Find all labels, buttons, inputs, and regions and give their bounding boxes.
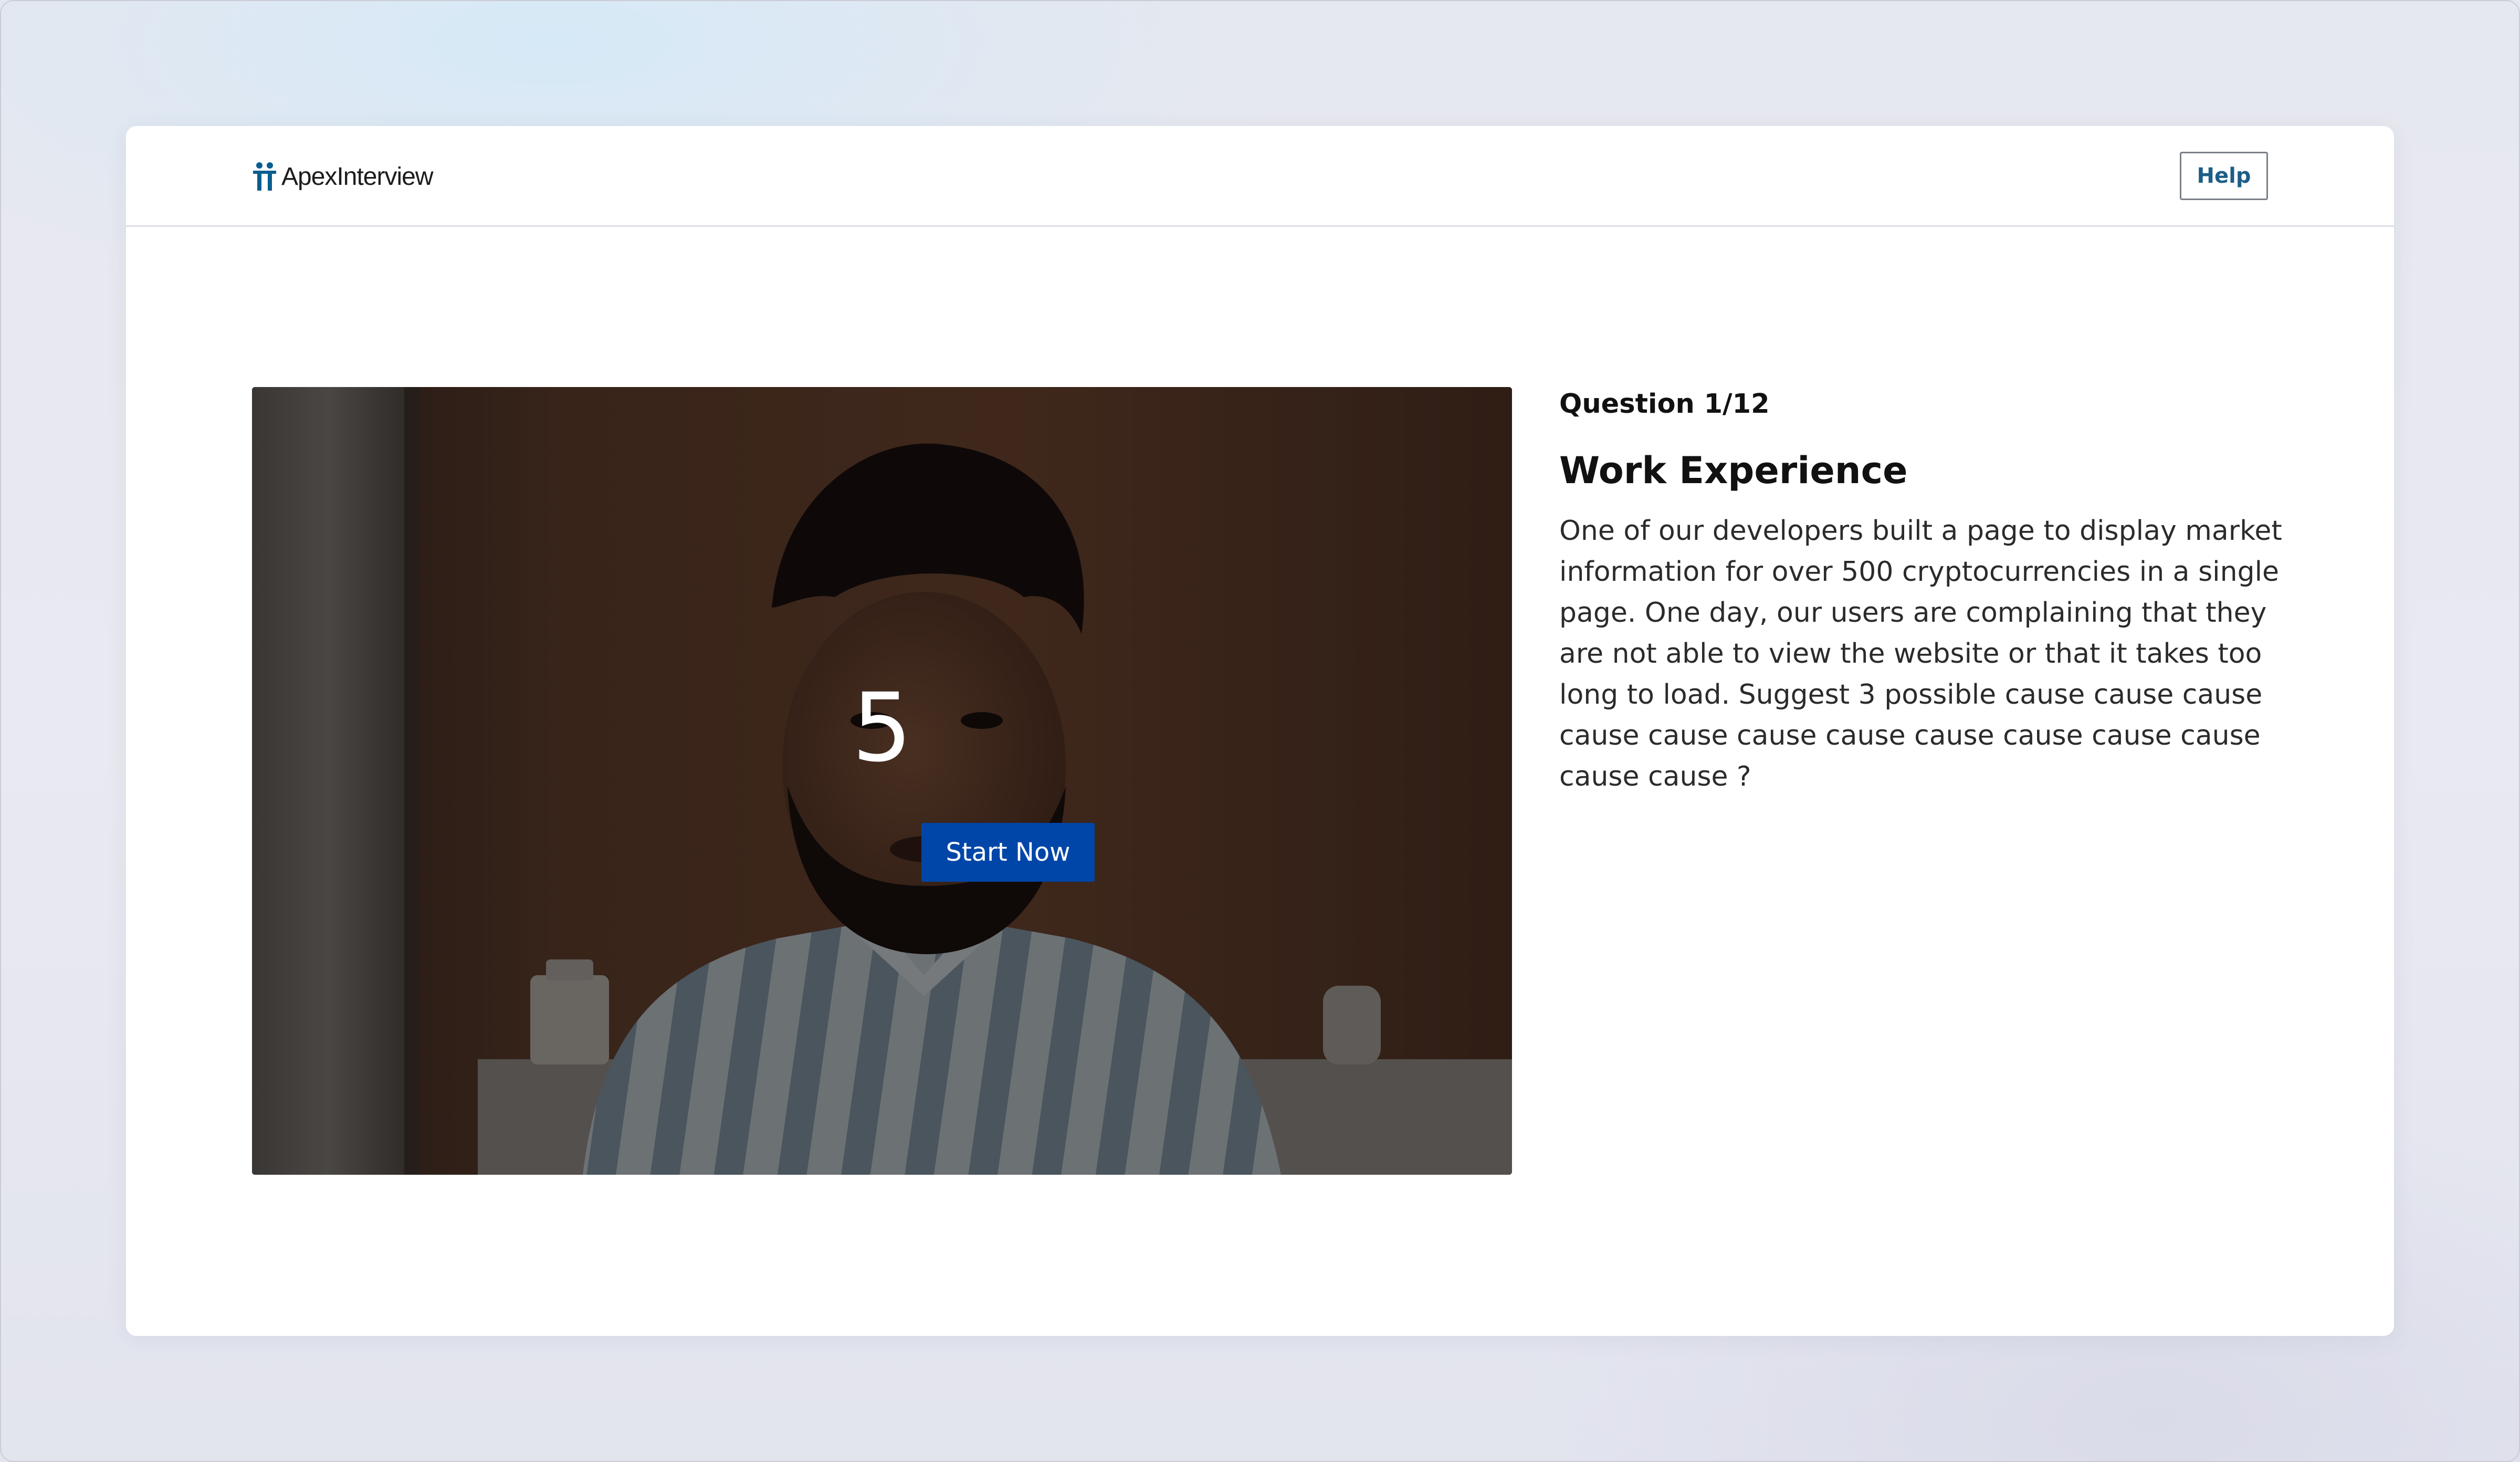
logo: ApexInterview xyxy=(252,161,433,192)
question-panel: Question 1/12 Work Experience One of our… xyxy=(1559,383,2284,797)
countdown-number: 5 xyxy=(852,673,912,783)
question-text: One of our developers built a page to di… xyxy=(1559,515,2282,792)
logo-text: ApexInterview xyxy=(281,162,433,191)
question-title: Work Experience xyxy=(1559,449,1908,492)
header: ApexInterview Help xyxy=(126,126,2394,227)
interview-card: ApexInterview Help 5 Start Now Question … xyxy=(126,126,2394,1336)
video-preview: 5 Start Now xyxy=(252,387,1512,1175)
help-button[interactable]: Help xyxy=(2180,152,2268,200)
start-now-button[interactable]: Start Now xyxy=(921,823,1095,882)
people-logo-icon xyxy=(253,162,276,191)
question-counter: Question 1/12 xyxy=(1559,389,1770,420)
